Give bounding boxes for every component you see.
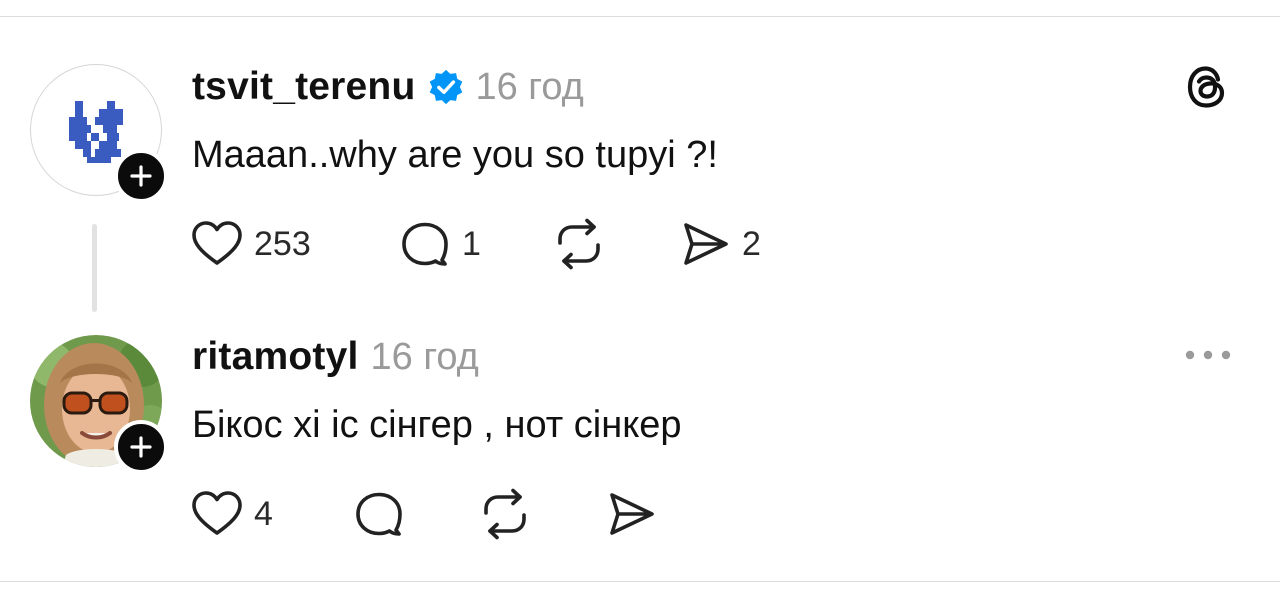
share-button[interactable] (604, 488, 658, 540)
repost-button[interactable] (552, 218, 606, 270)
top-divider (0, 16, 1280, 17)
send-icon (684, 223, 728, 265)
follow-button[interactable] (114, 149, 168, 203)
comment-icon (402, 222, 448, 266)
repost-icon (484, 488, 526, 540)
reply-button[interactable] (352, 488, 406, 540)
username[interactable]: ritamotyl (192, 335, 359, 379)
username[interactable]: tsvit_terenu (192, 65, 415, 109)
plus-icon (130, 165, 152, 187)
share-count: 2 (742, 224, 761, 263)
reply-count: 1 (462, 224, 481, 263)
like-count: 4 (254, 494, 273, 533)
plus-icon (130, 436, 152, 458)
post-time: 16 год (475, 65, 584, 108)
threads-logo-icon[interactable] (1184, 62, 1232, 112)
post-time: 16 год (370, 335, 479, 378)
like-button[interactable]: 253 (190, 218, 311, 270)
thread-connector-line (92, 224, 97, 312)
avatar-container[interactable] (30, 64, 168, 203)
heart-icon (192, 221, 242, 265)
avatar-container[interactable] (30, 335, 168, 474)
post-text: Maaan..why are you so tupyi ?! (192, 134, 718, 176)
post-text: Бікос хі іс сінгер , нот сінкер (192, 404, 682, 446)
like-count: 253 (254, 224, 311, 263)
bottom-divider (0, 581, 1280, 582)
more-options-icon[interactable] (1184, 346, 1232, 364)
post-header: ritamotyl 16 год (192, 333, 479, 381)
send-icon (610, 493, 654, 535)
heart-icon (192, 491, 242, 535)
follow-button[interactable] (114, 420, 168, 474)
verified-badge-icon (430, 69, 463, 105)
share-button[interactable]: 2 (678, 218, 761, 270)
reply-button[interactable]: 1 (398, 218, 481, 270)
post-header: tsvit_terenu 16 год (192, 63, 584, 111)
comment-icon (356, 492, 402, 536)
repost-icon (558, 218, 600, 270)
repost-button[interactable] (478, 488, 532, 540)
like-button[interactable]: 4 (190, 488, 273, 540)
